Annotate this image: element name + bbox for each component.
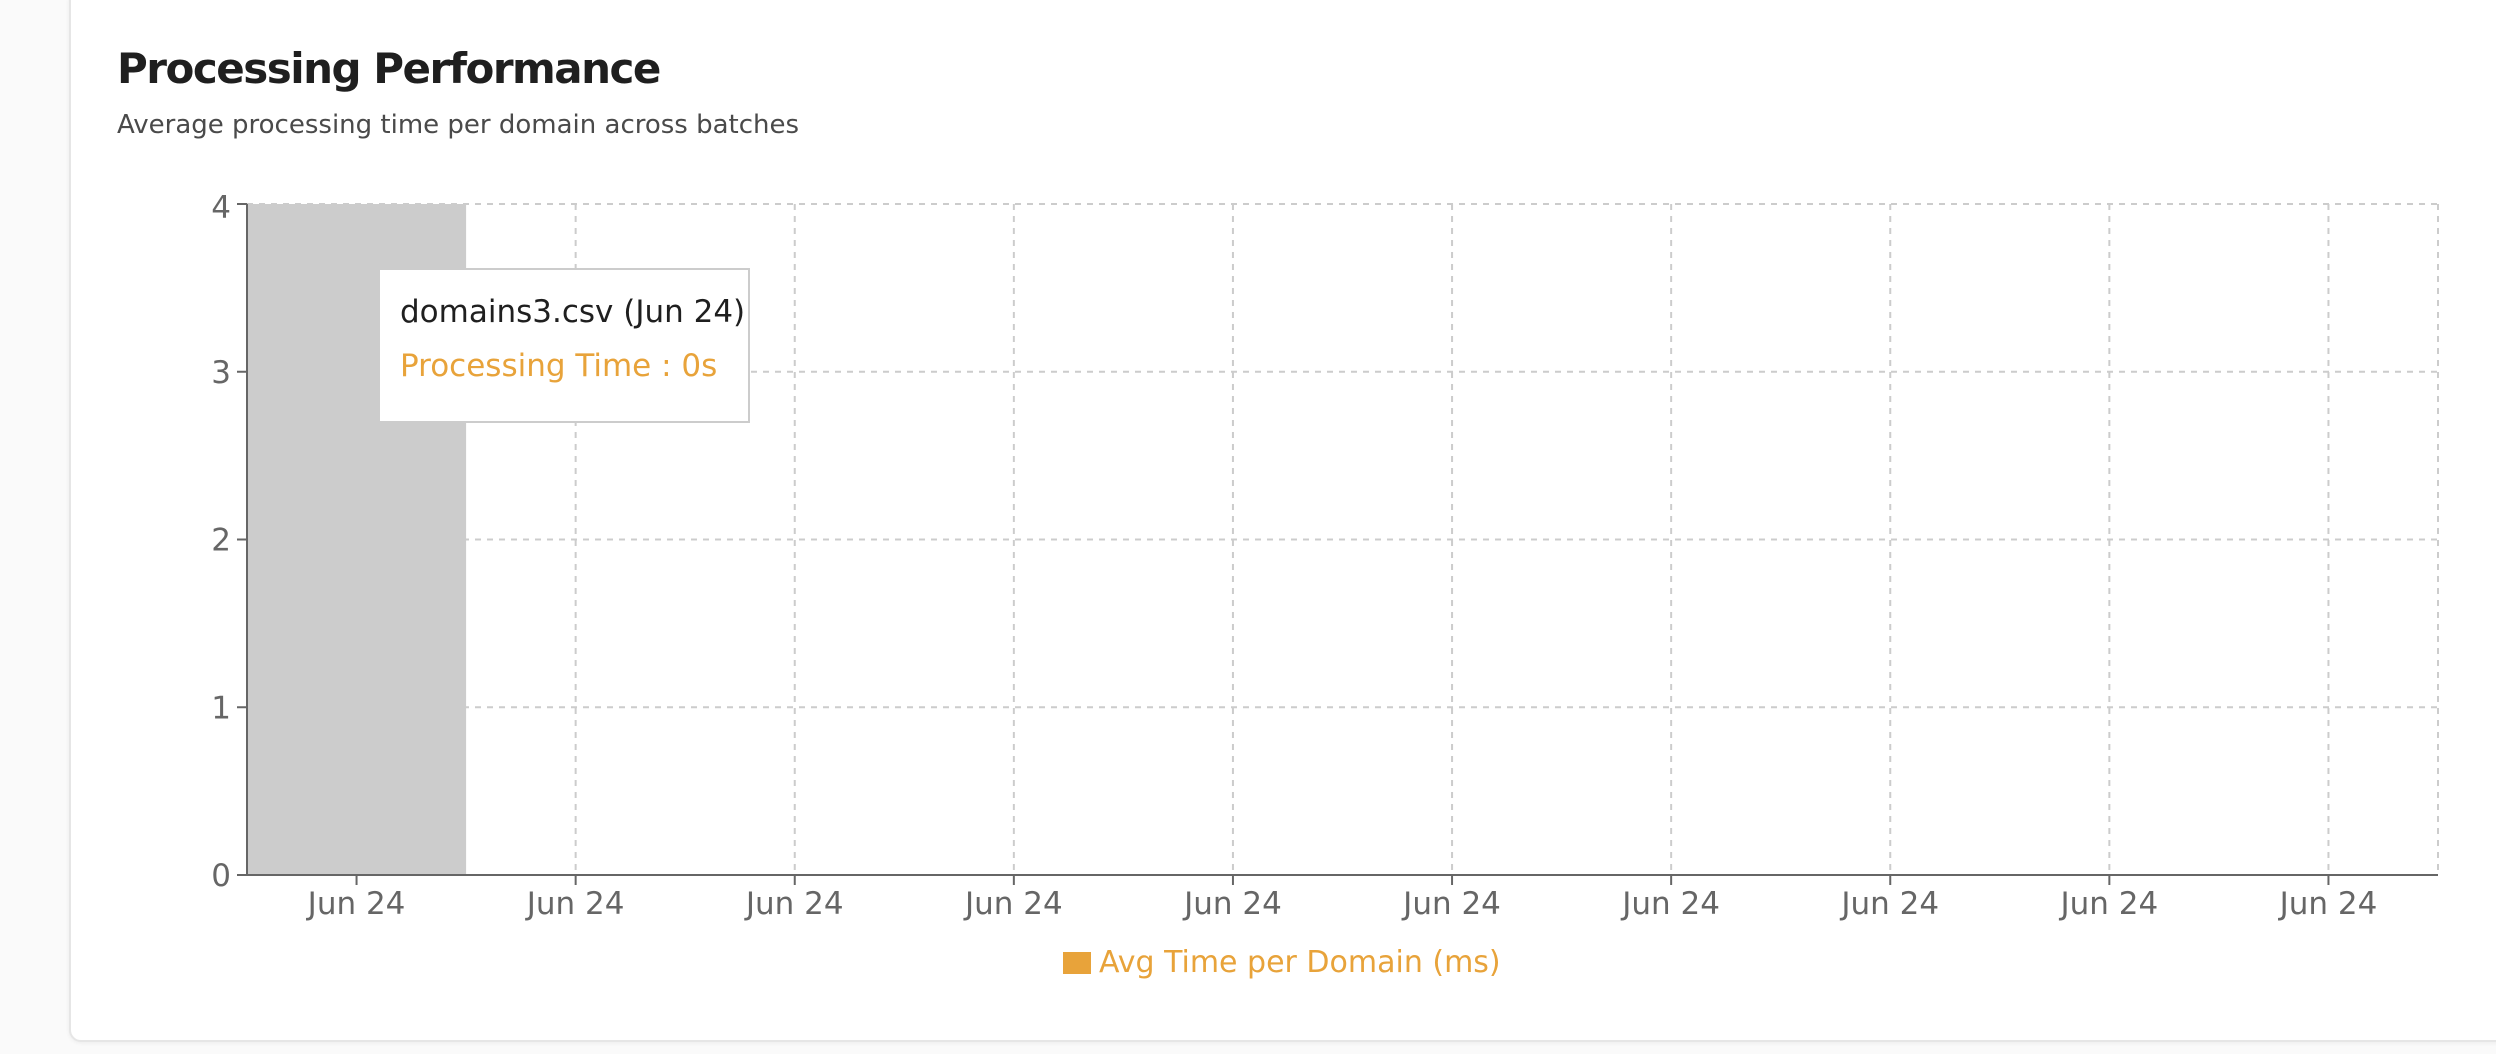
x-tick-label: Jun 24 — [2058, 886, 2158, 922]
y-tick-label: 2 — [211, 523, 231, 559]
chart-tooltip: domains3.csv (Jun 24) Processing Time : … — [378, 268, 750, 423]
y-tick-label: 3 — [211, 355, 231, 391]
x-tick-label: Jun 24 — [2278, 886, 2378, 922]
x-tick-label: Jun 24 — [306, 886, 406, 922]
bar-chart[interactable]: 0 1 2 3 4 Jun 24 Jun 24 Jun 24 Jun 24 Jun 24 Jun 2… — [0, 0, 2496, 1054]
x-tick-label: Jun 24 — [1620, 886, 1720, 922]
x-tick-label: Jun 24 — [744, 886, 844, 922]
y-tick-label: 4 — [211, 190, 231, 226]
x-tick-label: Jun 24 — [1182, 886, 1282, 922]
x-tick-label: Jun 24 — [525, 886, 625, 922]
x-tick-label: Jun 24 — [963, 886, 1063, 922]
x-tick-label: Jun 24 — [1839, 886, 1939, 922]
tooltip-value: Processing Time : 0s — [400, 348, 718, 384]
tooltip-label: domains3.csv (Jun 24) — [400, 294, 746, 330]
legend-label: Avg Time per Domain (ms) — [1099, 945, 1501, 980]
legend[interactable]: Avg Time per Domain (ms) — [1063, 945, 1501, 980]
legend-swatch-icon — [1063, 952, 1091, 974]
y-tick-label: 1 — [211, 690, 231, 726]
y-tick-label: 0 — [211, 858, 231, 894]
x-tick-label: Jun 24 — [1401, 886, 1501, 922]
